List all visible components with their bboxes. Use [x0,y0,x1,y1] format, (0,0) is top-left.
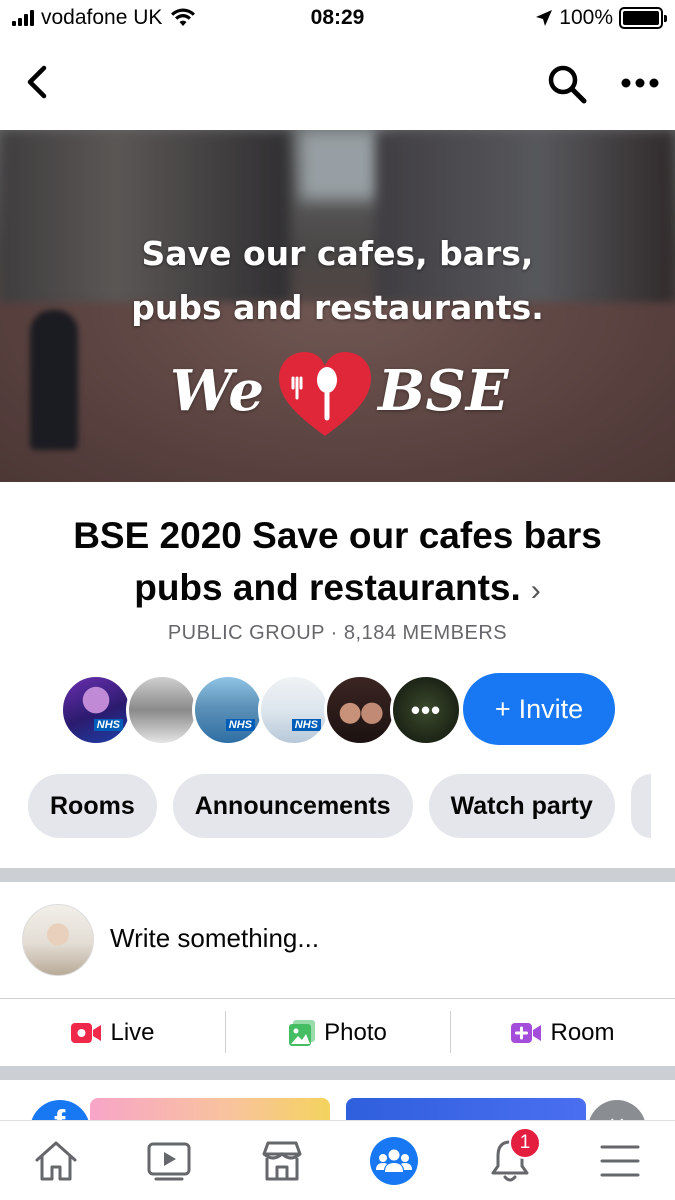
chip-next[interactable] [630,774,651,838]
rooms-carousel-peek: × [0,1080,675,1120]
member-avatars[interactable]: NHS NHS NHS ••• [60,674,462,746]
group-title[interactable]: BSE 2020 Save our cafes bars pubs and re… [0,510,675,617]
composer-actions: Live Photo Room [0,998,675,1066]
search-icon[interactable] [545,62,589,106]
room-video-icon [511,1022,542,1043]
location-arrow-icon [536,10,553,26]
live-label: Live [110,1018,155,1046]
carousel-card[interactable] [90,1098,330,1120]
avatar[interactable] [126,674,198,746]
invite-button[interactable]: + Invite [463,673,615,745]
bottom-tab-bar: 1 [0,1120,675,1200]
nhs-badge: NHS [93,719,123,731]
nhs-badge: NHS [225,719,255,731]
battery-percent: 100% [559,6,613,29]
avatar[interactable]: NHS [60,674,132,746]
plus-icon: + [494,693,511,724]
cover-logo-we: We [170,358,264,424]
groups-icon[interactable] [368,1135,420,1187]
heart-logo-icon [279,352,371,436]
more-icon[interactable] [615,68,665,98]
watch-icon[interactable] [143,1135,195,1187]
battery-icon [619,7,667,29]
chip-watch-party[interactable]: Watch party [428,774,615,838]
group-meta: PUBLIC GROUP · 8,184 MEMBERS [167,622,508,644]
notification-badge: 1 [509,1127,541,1159]
home-icon[interactable] [30,1135,82,1187]
room-button[interactable]: Room [450,999,675,1066]
cover-logo-bse: BSE [378,358,509,424]
section-divider [0,868,675,882]
group-title-text: BSE 2020 Save our cafes bars pubs and re… [73,515,602,608]
chip-rooms[interactable]: Rooms [28,774,157,838]
close-icon[interactable]: × [588,1100,646,1120]
user-avatar[interactable] [22,904,94,976]
chip-announcements[interactable]: Announcements [172,774,413,838]
group-tabs: Rooms Announcements Watch party [28,774,651,838]
cover-headline-line2: pubs and restaurants. [131,288,544,327]
menu-icon[interactable] [594,1135,646,1187]
more-dots: ••• [410,694,442,725]
photo-icon [289,1019,316,1046]
marketplace-icon[interactable] [256,1135,308,1187]
cover-headline-line1: Save our cafes, bars, [141,234,534,273]
live-button[interactable]: Live [0,999,225,1066]
avatar[interactable] [324,674,396,746]
write-something-input[interactable]: Write something... [110,923,319,954]
back-chevron-icon[interactable] [18,62,58,102]
avatar[interactable]: NHS [192,674,264,746]
facebook-icon [30,1100,90,1120]
more-members-avatar[interactable]: ••• [390,674,462,746]
nhs-badge: NHS [291,719,321,731]
live-video-icon [71,1022,102,1043]
composer[interactable]: Write something... [0,882,675,998]
photo-button[interactable]: Photo [225,999,450,1066]
carousel-card[interactable] [346,1098,586,1120]
invite-label: Invite [518,693,584,724]
top-nav [0,40,675,128]
avatar[interactable]: NHS [258,674,330,746]
chevron-right-icon: › [530,574,541,607]
photo-label: Photo [324,1018,387,1046]
room-label: Room [550,1018,615,1046]
status-right: 100% [535,6,667,30]
status-bar: vodafone UK 08:29 100% [0,0,675,40]
cover-photo[interactable]: Save our cafes, bars, pubs and restauran… [0,130,675,482]
section-divider [0,1066,675,1080]
